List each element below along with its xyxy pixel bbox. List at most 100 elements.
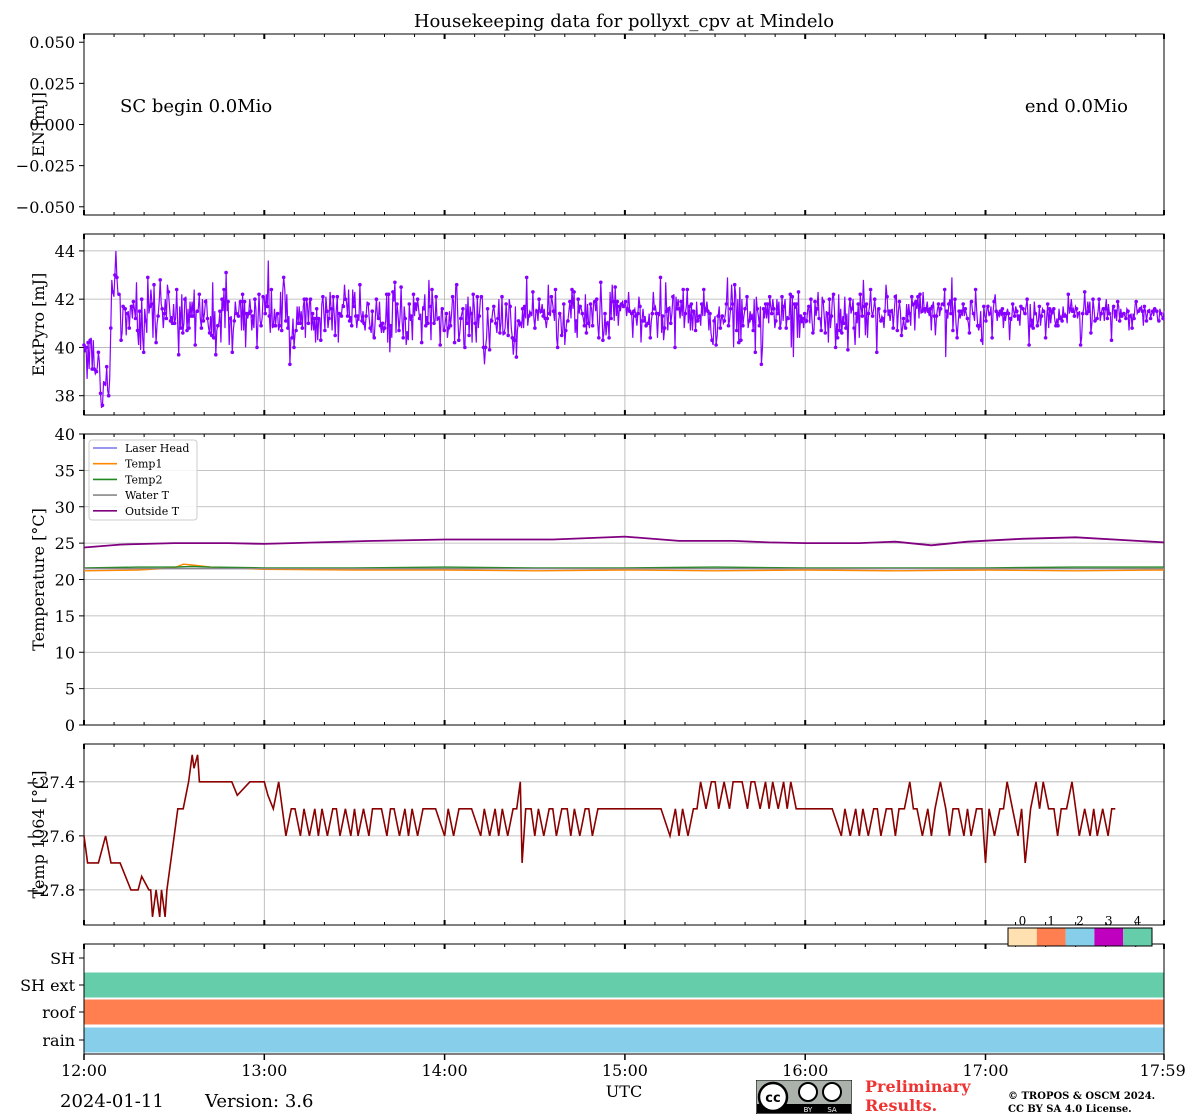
cc-license-icon: cc BY SA	[756, 1080, 852, 1114]
extpyro-point	[405, 331, 410, 335]
extpyro-point	[514, 355, 519, 359]
extpyro-point	[290, 336, 294, 340]
temp-legend-label: Water T	[125, 489, 170, 502]
extpyro-point	[211, 336, 216, 340]
extpyro-point	[1095, 316, 1099, 321]
extpyro-point	[1097, 297, 1101, 302]
extpyro-point	[502, 331, 506, 335]
extpyro-point	[710, 338, 714, 343]
extpyro-point	[603, 311, 607, 316]
extpyro-point	[279, 328, 284, 333]
extpyro-point	[232, 319, 237, 323]
extpyro-point	[697, 314, 702, 318]
extpyro-point	[784, 326, 788, 330]
extpyro-point	[257, 292, 261, 297]
extpyro-point	[415, 297, 420, 302]
extpyro-point	[263, 311, 268, 316]
extpyro-point	[743, 307, 747, 311]
extpyro-point	[1008, 316, 1013, 321]
extpyro-point	[1105, 316, 1110, 321]
extpyro-point	[821, 299, 825, 304]
extpyro-point	[500, 294, 504, 299]
extpyro-point	[106, 393, 111, 398]
x-tick-label: 16:00	[782, 1061, 828, 1080]
extpyro-point	[850, 307, 854, 311]
extpyro-point	[306, 321, 311, 326]
flag-colorbar: 0 1 2 3 4	[1007, 914, 1153, 947]
extpyro-point	[780, 294, 784, 299]
extpyro-point	[580, 311, 585, 316]
extpyro-point	[292, 345, 296, 350]
extpyro-point	[465, 321, 469, 326]
extpyro-point	[827, 297, 832, 302]
extpyro-point	[349, 323, 354, 328]
extpyro-point	[988, 311, 992, 316]
extpyro-point	[333, 333, 338, 338]
colorbar-cell	[1065, 928, 1095, 946]
extpyro-point	[1103, 307, 1108, 311]
extpyro-point	[722, 319, 727, 323]
extpyro-point	[144, 319, 148, 323]
extpyro-point	[300, 326, 305, 330]
extpyro-point	[794, 302, 799, 306]
extpyro-point	[487, 348, 492, 352]
extpyro-point	[199, 326, 204, 330]
extpyro-point	[848, 297, 852, 302]
extpyro-point	[409, 314, 414, 318]
extpyro-point	[621, 304, 626, 309]
temp-legend-label: Laser Head	[125, 442, 189, 455]
extpyro-point	[811, 331, 815, 335]
extpyro-point	[162, 311, 167, 316]
extpyro-point	[1142, 304, 1147, 309]
extpyro-point	[457, 338, 461, 343]
copyright-note: © TROPOS & OSCM 2024. CC BY SA 4.0 Licen…	[1008, 1090, 1155, 1116]
extpyro-ytick-label: 44	[55, 242, 75, 261]
extpyro-point	[195, 309, 200, 314]
extpyro-point	[866, 311, 871, 316]
extpyro-point	[265, 304, 270, 309]
extpyro-point	[632, 309, 636, 314]
extpyro-point	[778, 326, 782, 330]
extpyro-point	[533, 326, 537, 330]
extpyro-point	[374, 297, 379, 302]
extpyro-point	[586, 321, 591, 326]
extpyro-point	[380, 321, 385, 326]
extpyro-point	[419, 340, 424, 345]
extpyro-point	[942, 287, 947, 292]
extpyro-point	[753, 350, 758, 355]
x-tick-label: 17:59	[1140, 1061, 1186, 1080]
preliminary-line-1: Preliminary	[865, 1077, 971, 1096]
extpyro-point	[852, 326, 856, 330]
extpyro-point	[454, 282, 459, 287]
extpyro-point	[1017, 314, 1021, 318]
extpyro-point	[422, 307, 426, 311]
extpyro-point	[216, 323, 220, 328]
extpyro-point	[817, 316, 821, 321]
extpyro-point	[776, 311, 780, 316]
extpyro-point	[382, 326, 387, 330]
extpyro-point	[224, 270, 228, 275]
extpyro-point	[255, 345, 259, 350]
extpyro-point	[181, 331, 185, 335]
extpyro-point	[545, 316, 550, 321]
extpyro-point	[1078, 343, 1083, 347]
extpyro-point	[802, 311, 807, 316]
extpyro-point	[677, 307, 681, 311]
extpyro-point	[150, 302, 154, 306]
extpyro-point	[1037, 304, 1042, 309]
extpyro-point	[648, 336, 653, 340]
extpyro-point	[164, 316, 169, 321]
extpyro-point	[714, 343, 718, 347]
extpyro-point	[846, 348, 850, 352]
extpyro-point	[1027, 343, 1031, 347]
extpyro-point	[203, 299, 208, 304]
extpyro-point	[574, 319, 578, 323]
extpyro-point	[197, 292, 202, 297]
footer-date: 2024-01-11	[60, 1091, 164, 1112]
extpyro-point	[1146, 309, 1151, 314]
x-tick-label: 15:00	[602, 1061, 648, 1080]
extpyro-point	[969, 299, 974, 304]
extpyro-point	[724, 302, 729, 306]
extpyro-point	[201, 319, 206, 323]
extpyro-point	[1109, 338, 1114, 343]
